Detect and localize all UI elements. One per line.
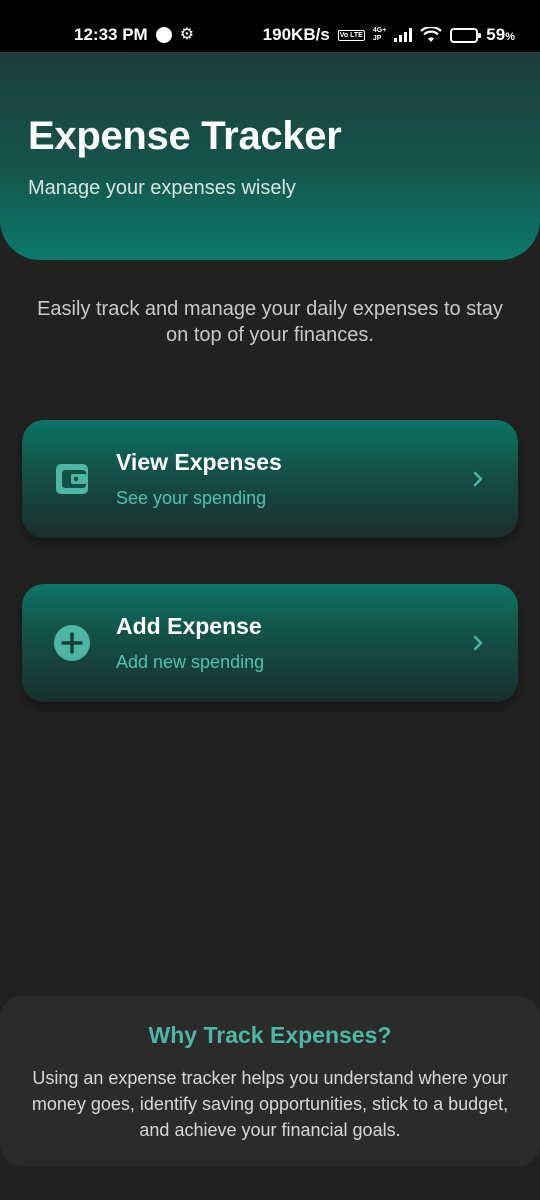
battery-value: 59: [486, 25, 506, 44]
plus-circle-icon: [52, 623, 92, 663]
network-speed: 190KB/s: [262, 25, 330, 44]
gear-icon: ⚙: [179, 26, 195, 43]
view-expenses-subtitle: See your spending: [116, 488, 267, 508]
chevron-right-icon: [468, 469, 488, 489]
app-header: Expense Tracker Manage your expenses wis…: [0, 52, 540, 260]
network-type-top: 4G+: [372, 27, 387, 34]
add-expense-text: Add Expense Add new spending: [116, 613, 468, 673]
battery-percentage: 59%: [486, 25, 515, 45]
add-expense-title: Add Expense: [116, 613, 262, 639]
add-expense-button[interactable]: Add Expense Add new spending: [22, 584, 518, 702]
battery-percent-sign: %: [505, 31, 515, 43]
status-time: 12:33 PM: [74, 25, 148, 44]
battery-icon: [450, 27, 482, 43]
intro-text: Easily track and manage your daily expen…: [37, 298, 503, 346]
wallet-icon: [52, 459, 92, 499]
network-type-bottom: JP: [372, 35, 382, 42]
why-track-title: Why Track Expenses?: [148, 1022, 392, 1048]
network-type-icon: 4G+ JP: [373, 27, 386, 43]
why-track-section: Why Track Expenses? Using an expense tra…: [0, 996, 540, 1166]
signal-icon: [394, 28, 413, 42]
view-expenses-title: View Expenses: [116, 449, 282, 475]
chevron-right-icon: [468, 633, 488, 653]
app-subtitle: Manage your expenses wisely: [28, 177, 296, 199]
wifi-icon: [420, 27, 443, 42]
add-expense-subtitle: Add new spending: [116, 652, 265, 672]
notification-dot-icon: [155, 27, 172, 43]
view-expenses-button[interactable]: View Expenses See your spending: [22, 420, 518, 538]
volte-icon: Vo LTE: [337, 29, 365, 41]
status-bar-right: 190KB/s Vo LTE 4G+ JP 59%: [263, 25, 515, 45]
why-track-body: Using an expense tracker helps you under…: [31, 1068, 509, 1140]
status-bar-left: 12:33 PM ⚙: [74, 25, 194, 45]
app-title: Expense Tracker: [28, 114, 342, 158]
view-expenses-text: View Expenses See your spending: [116, 449, 468, 509]
